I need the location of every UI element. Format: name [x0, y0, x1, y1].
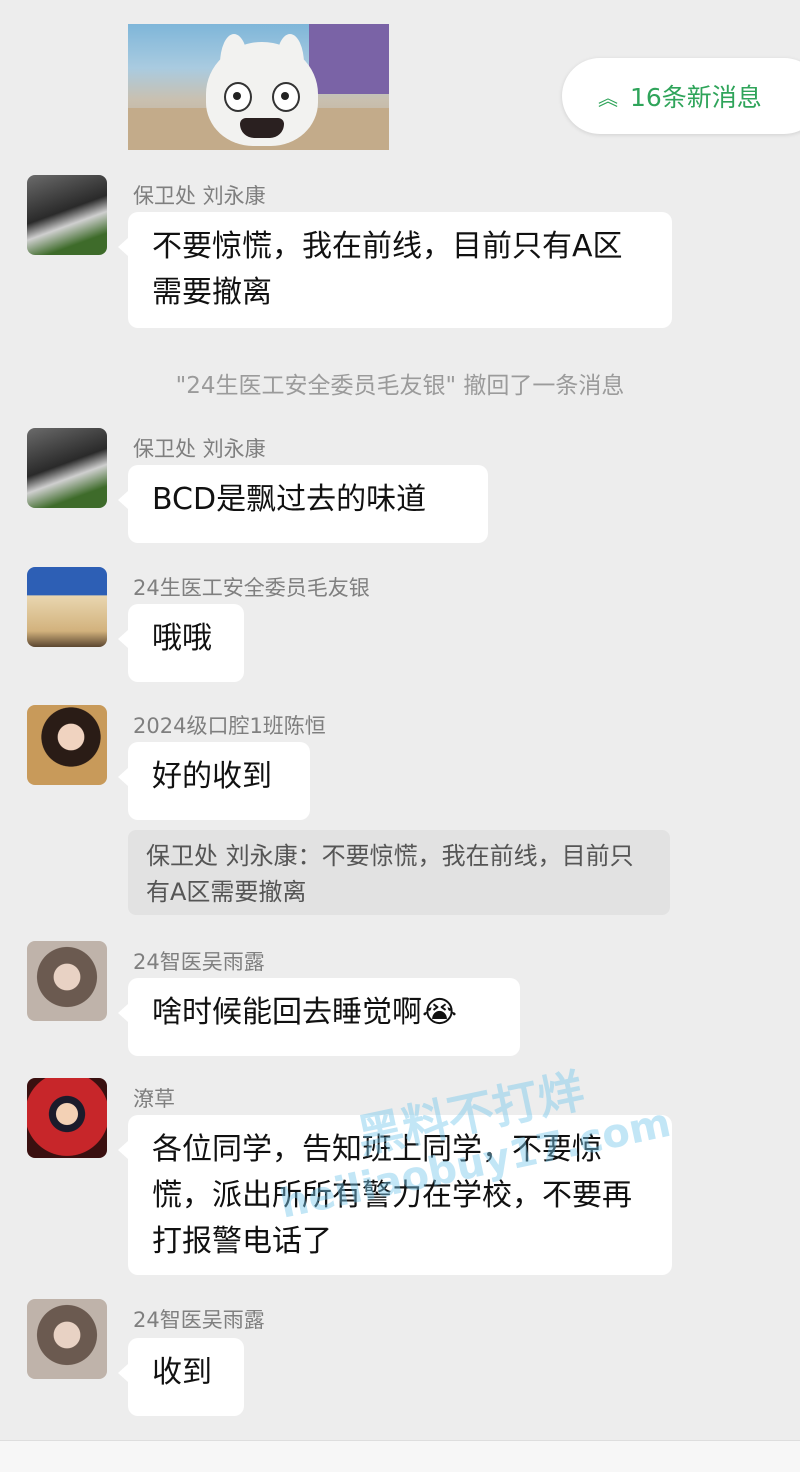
sender-name: 保卫处 刘永康	[133, 437, 266, 461]
sender-name: 24生医工安全委员毛友银	[133, 576, 370, 600]
avatar[interactable]	[27, 1299, 107, 1379]
sender-name: 潦草	[133, 1087, 175, 1111]
quoted-message[interactable]: 保卫处 刘永康：不要惊慌，我在前线，目前只有A区需要撤离	[128, 830, 670, 915]
double-chevron-up-icon: ︽	[598, 85, 618, 110]
sender-name: 24智医吴雨露	[133, 1308, 265, 1332]
new-messages-button[interactable]: ︽ 16条新消息	[562, 58, 800, 134]
message-bubble[interactable]: BCD是飘过去的味道	[118, 465, 488, 543]
avatar[interactable]	[27, 567, 107, 647]
message-bubble[interactable]: 不要惊慌，我在前线，目前只有A区需要撤离	[118, 212, 672, 328]
avatar[interactable]	[27, 705, 107, 785]
rabbid-character	[206, 34, 318, 146]
input-bar[interactable]	[0, 1440, 800, 1472]
recall-notice: "24生医工安全委员毛友银" 撤回了一条消息	[175, 373, 625, 399]
message-bubble[interactable]: 各位同学，告知班上同学，不要惊慌，派出所所有警力在学校，不要再打报警电话了	[118, 1115, 672, 1275]
avatar[interactable]	[27, 1078, 107, 1158]
rabbid-eye-left	[224, 82, 252, 112]
rabbid-eye-right	[272, 82, 300, 112]
avatar[interactable]	[27, 428, 107, 508]
image-background-house	[309, 24, 389, 94]
message-bubble[interactable]: 哦哦	[118, 604, 244, 682]
message-bubble[interactable]: 好的收到	[118, 742, 310, 820]
new-messages-label: 16条新消息	[630, 83, 762, 112]
sender-name: 保卫处 刘永康	[133, 184, 266, 208]
message-bubble[interactable]: 啥时候能回去睡觉啊😭	[118, 978, 520, 1056]
message-bubble[interactable]: 收到	[118, 1338, 244, 1416]
avatar[interactable]	[27, 941, 107, 1021]
image-message[interactable]	[128, 24, 389, 150]
avatar[interactable]	[27, 175, 107, 255]
rabbid-mouth	[240, 118, 284, 138]
sender-name: 24智医吴雨露	[133, 950, 265, 974]
sender-name: 2024级口腔1班陈恒	[133, 714, 326, 738]
